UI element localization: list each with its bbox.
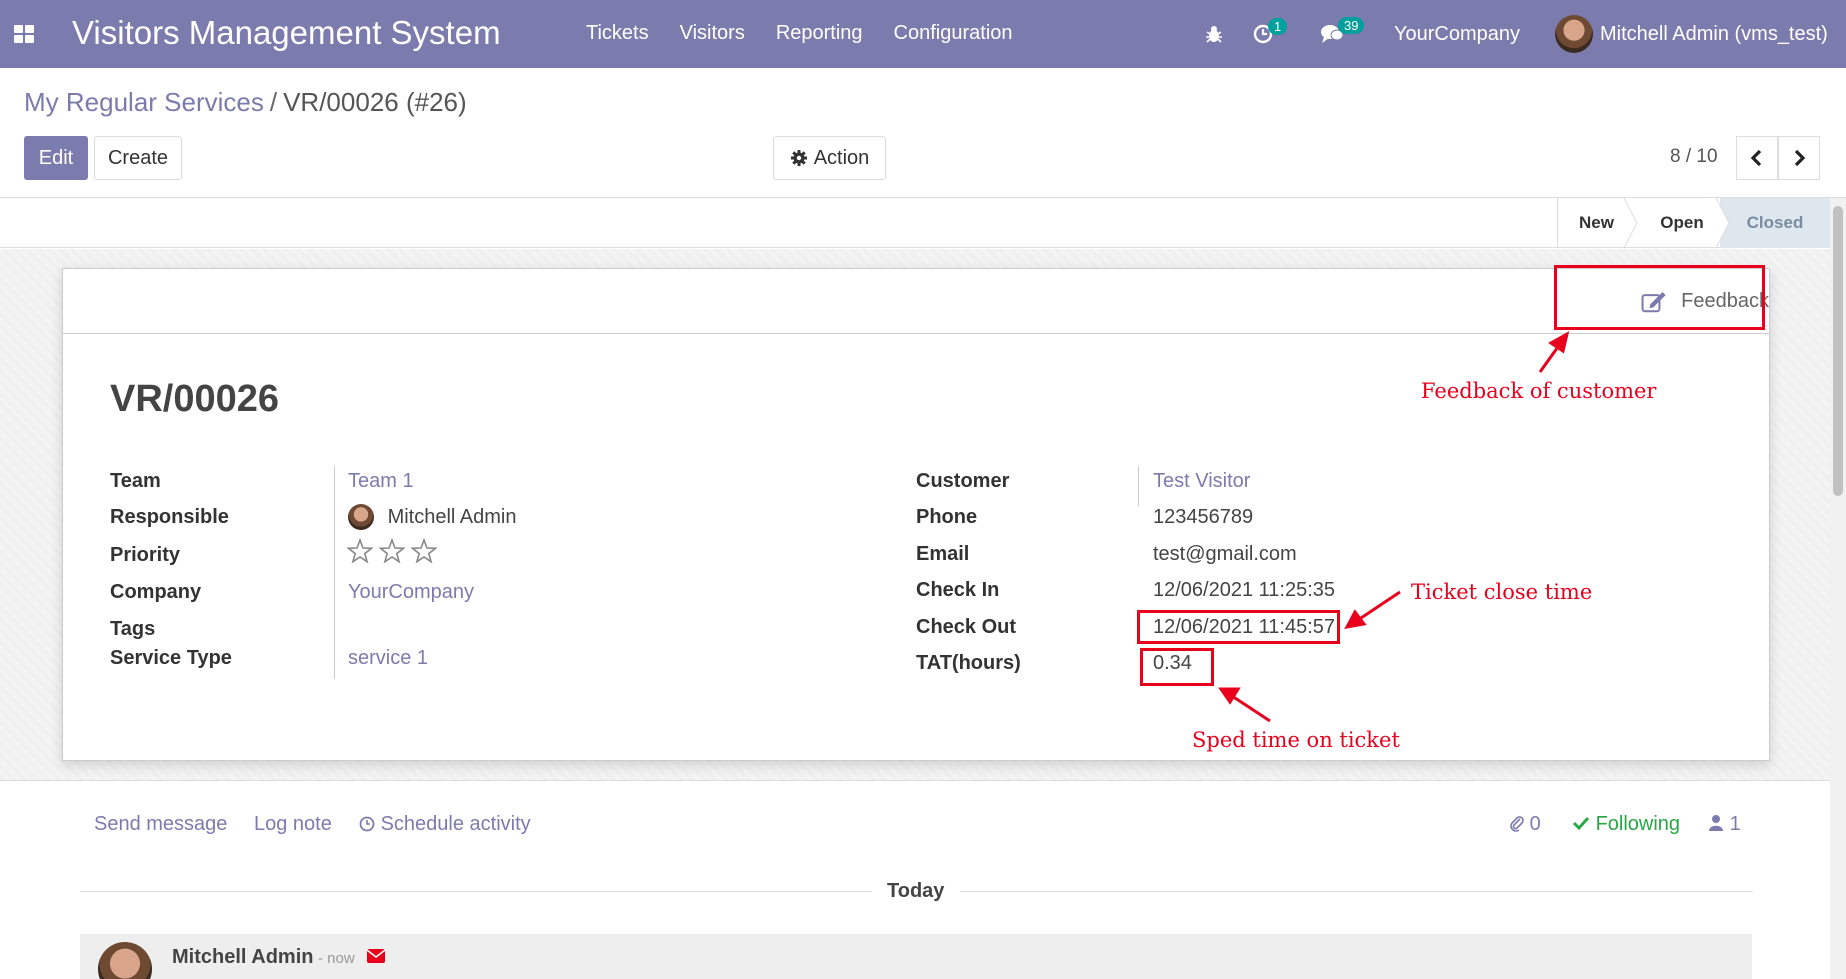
check-out-field[interactable]: 12/06/2021 11:45:57 xyxy=(1153,616,1335,639)
attachments-button[interactable]: 0 xyxy=(1510,813,1541,836)
check-icon xyxy=(1572,816,1590,831)
date-divider-line xyxy=(960,891,1753,892)
clock-icon xyxy=(359,816,375,832)
schedule-activity-link[interactable]: Schedule activity xyxy=(359,813,531,836)
check-in-label: Check In xyxy=(916,579,1000,601)
service-type-field[interactable]: service 1 xyxy=(348,647,428,670)
attachments-count: 0 xyxy=(1529,813,1541,835)
team-label: Team xyxy=(110,470,161,492)
scrollbar-thumb[interactable] xyxy=(1833,206,1843,496)
date-divider-line xyxy=(80,891,872,892)
tags-label: Tags xyxy=(110,618,156,640)
service-type-label: Service Type xyxy=(110,647,232,669)
responsible-avatar xyxy=(348,504,374,530)
followers-count: 1 xyxy=(1729,813,1741,835)
followers-button[interactable]: 1 xyxy=(1708,813,1741,836)
company-field[interactable]: YourCompany xyxy=(348,581,474,604)
field-separator xyxy=(1138,466,1139,506)
annotation-close-time: Ticket close time xyxy=(1411,580,1593,604)
email-field[interactable]: test@gmail.com xyxy=(1153,543,1297,566)
message-author-avatar[interactable] xyxy=(98,942,152,979)
following-button[interactable]: Following xyxy=(1572,813,1680,836)
customer-field[interactable]: Test Visitor xyxy=(1153,470,1250,493)
paperclip-icon xyxy=(1510,816,1524,832)
phone-field[interactable]: 123456789 xyxy=(1153,506,1253,529)
following-label: Following xyxy=(1595,813,1681,835)
priority-label: Priority xyxy=(110,544,181,566)
star-icon[interactable] xyxy=(347,538,373,564)
annotation-spend-time: Sped time on ticket xyxy=(1192,728,1400,752)
annotation-feedback: Feedback of customer xyxy=(1421,379,1657,403)
log-note-link[interactable]: Log note xyxy=(254,813,332,836)
check-in-field[interactable]: 12/06/2021 11:25:35 xyxy=(1153,579,1335,602)
chatter-message: Mitchell Admin - now xyxy=(80,934,1752,979)
star-icon[interactable] xyxy=(411,538,437,564)
schedule-activity-label: Schedule activity xyxy=(380,813,531,835)
responsible-label: Responsible xyxy=(110,506,229,528)
responsible-field[interactable]: Mitchell Admin xyxy=(348,504,517,530)
star-icon[interactable] xyxy=(379,538,405,564)
team-field[interactable]: Team 1 xyxy=(348,470,414,493)
record-title: VR/00026 xyxy=(110,378,280,420)
field-separator xyxy=(334,466,335,679)
phone-label: Phone xyxy=(916,506,978,528)
send-message-link[interactable]: Send message xyxy=(94,813,227,836)
customer-label: Customer xyxy=(916,470,1010,492)
tat-label: TAT(hours) xyxy=(916,652,1021,674)
user-icon xyxy=(1709,815,1723,831)
check-out-label: Check Out xyxy=(916,616,1017,638)
message-author[interactable]: Mitchell Admin xyxy=(172,946,313,969)
page-scrollbar[interactable] xyxy=(1830,198,1846,979)
company-label: Company xyxy=(110,581,202,603)
message-time: - now xyxy=(318,950,355,967)
tat-field[interactable]: 0.34 xyxy=(1153,652,1192,675)
date-separator-today: Today xyxy=(887,880,945,902)
email-label: Email xyxy=(916,543,970,565)
responsible-name: Mitchell Admin xyxy=(387,505,517,528)
envelope-icon[interactable] xyxy=(366,948,386,964)
